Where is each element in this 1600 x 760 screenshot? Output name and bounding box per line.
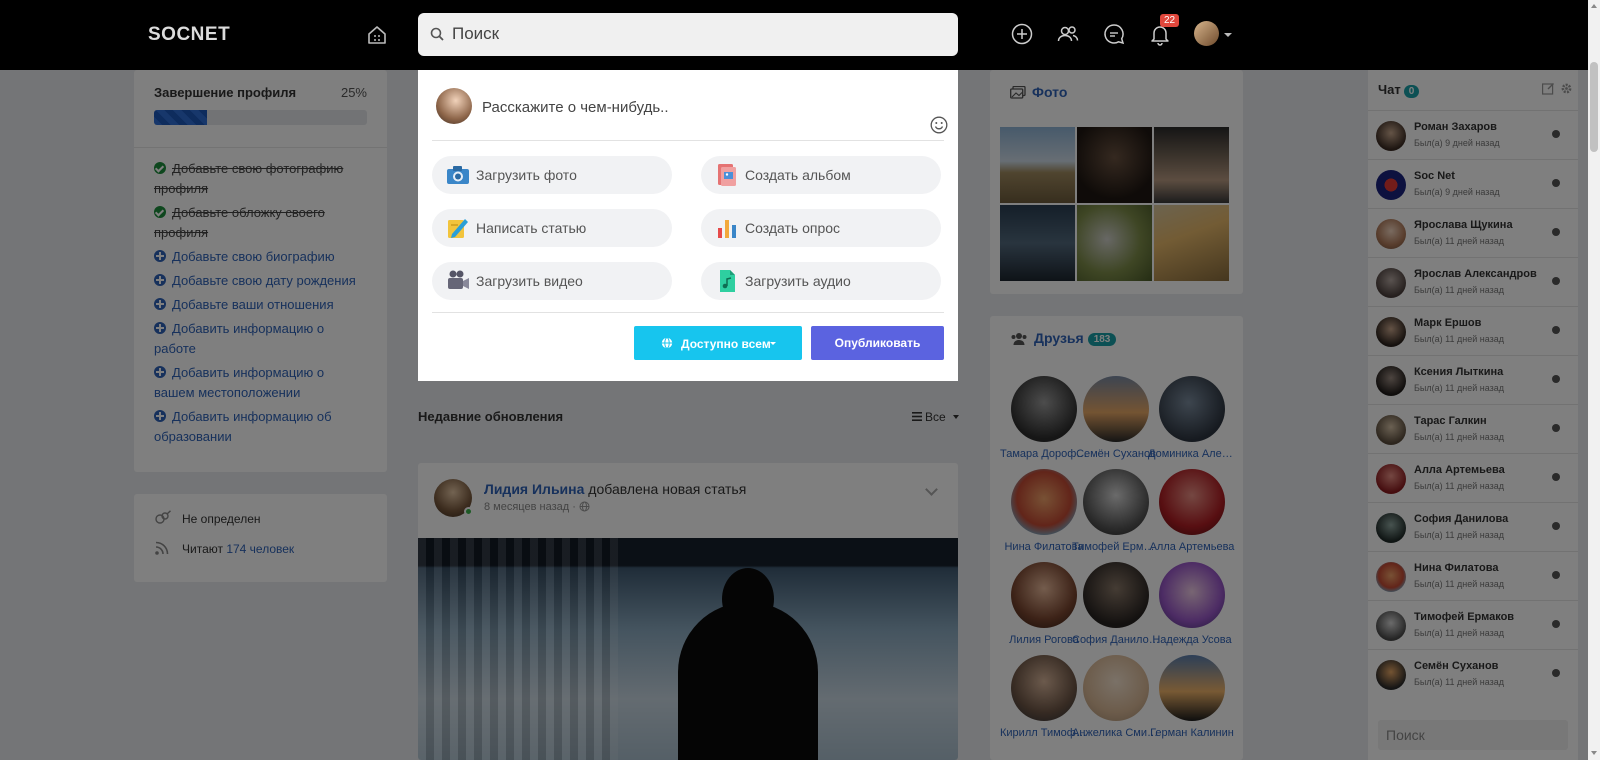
- header-search-input[interactable]: Поиск: [418, 13, 958, 56]
- write-article-button[interactable]: Написать статью: [432, 209, 672, 247]
- upload-audio-button[interactable]: Загрузить аудио: [701, 262, 941, 300]
- search-placeholder: Поиск: [452, 24, 500, 43]
- poll-icon: [715, 216, 739, 240]
- composer-text-input[interactable]: Расскажите о чем-нибудь..: [482, 99, 669, 116]
- publish-button[interactable]: Опубликовать: [811, 326, 944, 360]
- create-poll-button[interactable]: Создать опрос: [701, 209, 941, 247]
- create-plus-icon[interactable]: [1010, 22, 1034, 51]
- article-icon: [446, 216, 470, 240]
- site-logo[interactable]: SOCNET: [148, 24, 230, 46]
- composer-avatar: [436, 88, 472, 124]
- audio-file-icon: [715, 269, 739, 293]
- user-menu-caret-icon[interactable]: [1224, 33, 1232, 37]
- friends-users-icon[interactable]: [1056, 22, 1080, 51]
- user-avatar-menu[interactable]: [1194, 21, 1219, 46]
- create-album-button[interactable]: Создать альбом: [701, 156, 941, 194]
- caret-down-icon: [770, 342, 776, 345]
- top-navbar: SOCNET Поиск 22: [0, 0, 1600, 70]
- scroll-up-arrow-icon[interactable]: [1591, 4, 1597, 8]
- scrollbar-thumb[interactable]: [1590, 62, 1598, 152]
- search-icon: [430, 26, 444, 46]
- scroll-down-arrow-icon[interactable]: [1591, 751, 1597, 755]
- upload-photo-button[interactable]: Загрузить фото: [432, 156, 672, 194]
- post-composer-modal: Расскажите о чем-нибудь.. Загрузить фото…: [418, 70, 958, 381]
- visibility-dropdown-button[interactable]: Доступно всем: [634, 326, 802, 360]
- globe-icon: [661, 337, 673, 352]
- album-icon: [715, 163, 739, 187]
- emoji-smile-icon[interactable]: [930, 116, 948, 139]
- upload-video-button[interactable]: Загрузить видео: [432, 262, 672, 300]
- messages-chat-icon[interactable]: [1102, 22, 1126, 51]
- video-camera-icon: [446, 269, 470, 293]
- camera-icon: [446, 163, 470, 187]
- notifications-count-badge: 22: [1160, 14, 1180, 27]
- apps-home-icon[interactable]: [366, 24, 388, 51]
